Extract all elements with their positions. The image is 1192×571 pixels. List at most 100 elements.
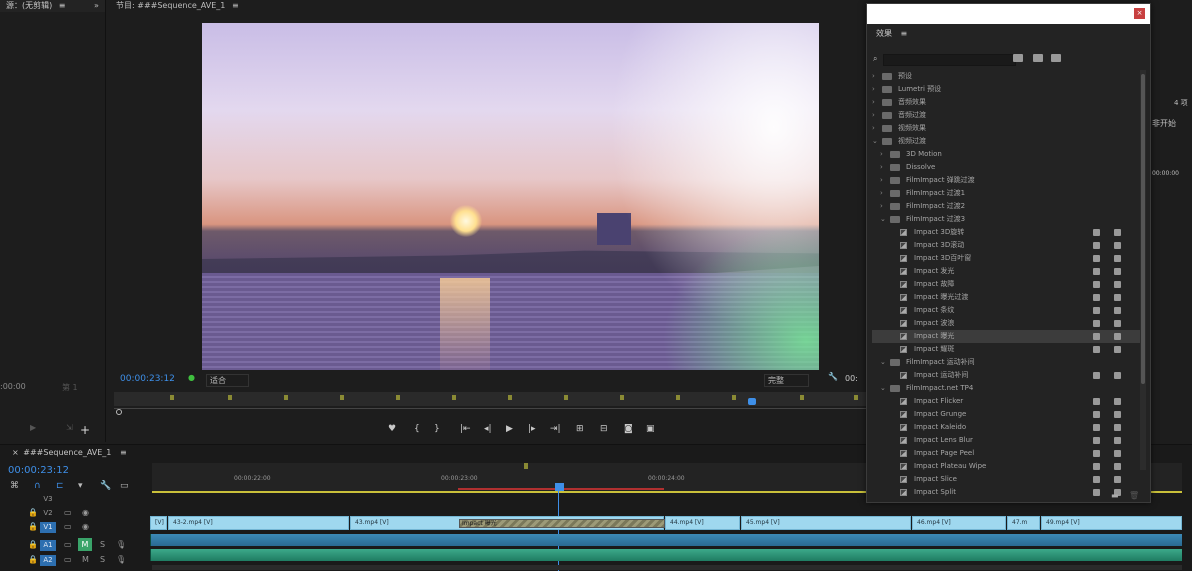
- effects-folder[interactable]: ⌄ FilmImpact.net TP4: [872, 382, 1140, 395]
- effect-item[interactable]: Impact 运动补间: [872, 369, 1140, 382]
- go-to-in-icon[interactable]: |⇤: [460, 424, 471, 434]
- effects-folder[interactable]: › FilmImpact 过渡1: [872, 187, 1140, 200]
- effects-search-input[interactable]: [883, 54, 1016, 66]
- solo-icon[interactable]: S: [100, 540, 105, 549]
- linked-selection-icon[interactable]: ⊏: [56, 481, 64, 491]
- timeline-scrollbar[interactable]: [152, 565, 1182, 570]
- effect-item[interactable]: Impact 耀斑: [872, 343, 1140, 356]
- play-icon[interactable]: ▶: [30, 423, 36, 432]
- effect-item[interactable]: Impact 波浪: [872, 317, 1140, 330]
- add-marker-icon[interactable]: ▾: [78, 481, 83, 491]
- chevron-right-icon[interactable]: ›: [880, 187, 888, 200]
- playhead-icon[interactable]: [748, 398, 756, 405]
- panel-menu-icon[interactable]: ≡: [120, 448, 127, 457]
- effect-item[interactable]: Impact Page Peel: [872, 447, 1140, 460]
- extract-icon[interactable]: ⊟: [600, 424, 608, 434]
- track-label[interactable]: V1: [40, 522, 56, 533]
- mic-icon[interactable]: 🎙: [116, 555, 126, 564]
- lock-icon[interactable]: 🔒: [28, 508, 38, 517]
- chevron-right-icon[interactable]: ›: [880, 161, 888, 174]
- compare-icon[interactable]: ▣: [646, 424, 655, 434]
- column-header[interactable]: 非开始: [1152, 118, 1176, 129]
- timeline-timecode[interactable]: 00:00:23:12: [8, 465, 69, 476]
- play-button-icon[interactable]: ▶: [506, 424, 513, 434]
- effect-item[interactable]: Impact Grunge: [872, 408, 1140, 421]
- effect-item[interactable]: Impact 3D百叶窗: [872, 252, 1140, 265]
- wrench-icon[interactable]: 🔧: [828, 372, 838, 381]
- chevron-down-icon[interactable]: ⌄: [872, 135, 880, 148]
- zoom-handle-icon[interactable]: [116, 409, 122, 415]
- mark-in-icon[interactable]: {: [414, 424, 420, 434]
- chevron-down-icon[interactable]: ⌄: [880, 213, 888, 226]
- effects-folder[interactable]: › 音频效果: [872, 96, 1140, 109]
- track-header-v3[interactable]: V3: [0, 492, 150, 506]
- audio-clip[interactable]: [150, 534, 1182, 546]
- mute-icon[interactable]: M: [78, 538, 92, 551]
- sync-icon[interactable]: ▭: [64, 555, 72, 564]
- captions-icon[interactable]: ▭: [120, 481, 129, 491]
- transition-clip[interactable]: Impact 曝光: [459, 519, 665, 528]
- track-label[interactable]: V3: [40, 494, 56, 505]
- chevron-right-icon[interactable]: ›: [872, 96, 880, 109]
- chevron-right-icon[interactable]: ›: [880, 148, 888, 161]
- film-icon[interactable]: ▭: [64, 522, 72, 531]
- close-icon[interactable]: ×: [1134, 8, 1145, 19]
- export-frame-icon[interactable]: ⇲: [66, 423, 73, 432]
- video-clip[interactable]: 46.mp4 [V]: [912, 516, 1006, 530]
- video-clip[interactable]: 43-2.mp4 [V]: [168, 516, 349, 530]
- close-icon[interactable]: ×: [12, 448, 19, 457]
- effect-item[interactable]: Impact Plateau Wipe: [872, 460, 1140, 473]
- video-clip[interactable]: [V]: [150, 516, 167, 530]
- sync-icon[interactable]: ▭: [64, 540, 72, 549]
- 32bit-effects-icon[interactable]: [1033, 54, 1043, 62]
- effects-scrollbar[interactable]: [1140, 70, 1146, 470]
- chevron-right-icon[interactable]: ›: [872, 122, 880, 135]
- quality-dropdown[interactable]: 完整: [764, 374, 809, 387]
- chevron-right-icon[interactable]: ›: [872, 83, 880, 96]
- effect-item[interactable]: Impact Lens Blur: [872, 434, 1140, 447]
- effects-folder[interactable]: › 3D Motion: [872, 148, 1140, 161]
- track-header-v1[interactable]: 🔒 V1 ▭ ◉: [0, 520, 150, 534]
- delete-icon[interactable]: 🗑: [1129, 491, 1139, 500]
- panel-menu-icon[interactable]: ≡: [232, 1, 239, 10]
- effects-tab[interactable]: 效果 ≡: [867, 24, 1150, 44]
- yuv-effects-icon[interactable]: [1051, 54, 1061, 62]
- solo-icon[interactable]: S: [100, 555, 105, 564]
- snap-icon[interactable]: ∩: [34, 481, 41, 491]
- wrench-icon[interactable]: 🔧: [100, 481, 111, 491]
- chevron-right-icon[interactable]: ›: [880, 174, 888, 187]
- effects-folder[interactable]: › 预设: [872, 70, 1140, 83]
- panel-menu-icon[interactable]: ≡: [901, 29, 908, 38]
- accelerated-effects-icon[interactable]: [1013, 54, 1023, 62]
- track-header-a1[interactable]: 🔒 A1 ▭ M S 🎙: [0, 538, 150, 552]
- effects-folder[interactable]: › 音频过渡: [872, 109, 1140, 122]
- lock-icon[interactable]: 🔒: [28, 522, 38, 531]
- chevron-right-icon[interactable]: ›: [872, 109, 880, 122]
- lock-icon[interactable]: 🔒: [28, 555, 38, 564]
- mark-out-icon[interactable]: }: [434, 424, 440, 434]
- effect-item[interactable]: Impact 发光: [872, 265, 1140, 278]
- effects-folder[interactable]: ⌄ FilmImpact 过渡3: [872, 213, 1140, 226]
- lock-icon[interactable]: 🔒: [28, 540, 38, 549]
- new-bin-icon[interactable]: ▬: [1111, 491, 1119, 500]
- eye-icon[interactable]: ◉: [82, 522, 89, 531]
- panel-menu-icon[interactable]: ≡: [59, 1, 66, 10]
- chevron-right-icon[interactable]: ›: [872, 70, 880, 83]
- add-marker-icon[interactable]: ♥: [388, 424, 396, 434]
- video-preview[interactable]: [202, 23, 819, 370]
- track-label[interactable]: A1: [40, 540, 56, 551]
- effects-folder[interactable]: ⌄ 视频过渡: [872, 135, 1140, 148]
- chevron-down-icon[interactable]: ⌄: [880, 356, 888, 369]
- fit-dropdown[interactable]: 适合: [206, 374, 249, 387]
- effects-folder[interactable]: › Dissolve: [872, 161, 1140, 174]
- effect-item[interactable]: Impact 曝光: [872, 330, 1140, 343]
- step-back-icon[interactable]: ◂|: [484, 424, 492, 434]
- video-clip[interactable]: 44.mp4 [V]: [665, 516, 740, 530]
- film-icon[interactable]: ▭: [64, 508, 72, 517]
- program-header[interactable]: 节目: ###Sequence_AVE_1 ≡: [108, 0, 872, 12]
- effect-item[interactable]: Impact Kaleido: [872, 421, 1140, 434]
- nest-icon[interactable]: ⌘: [10, 481, 19, 491]
- effect-item[interactable]: Impact 3D滚动: [872, 239, 1140, 252]
- effect-item[interactable]: Impact 3D旋转: [872, 226, 1140, 239]
- effect-item[interactable]: Impact Flicker: [872, 395, 1140, 408]
